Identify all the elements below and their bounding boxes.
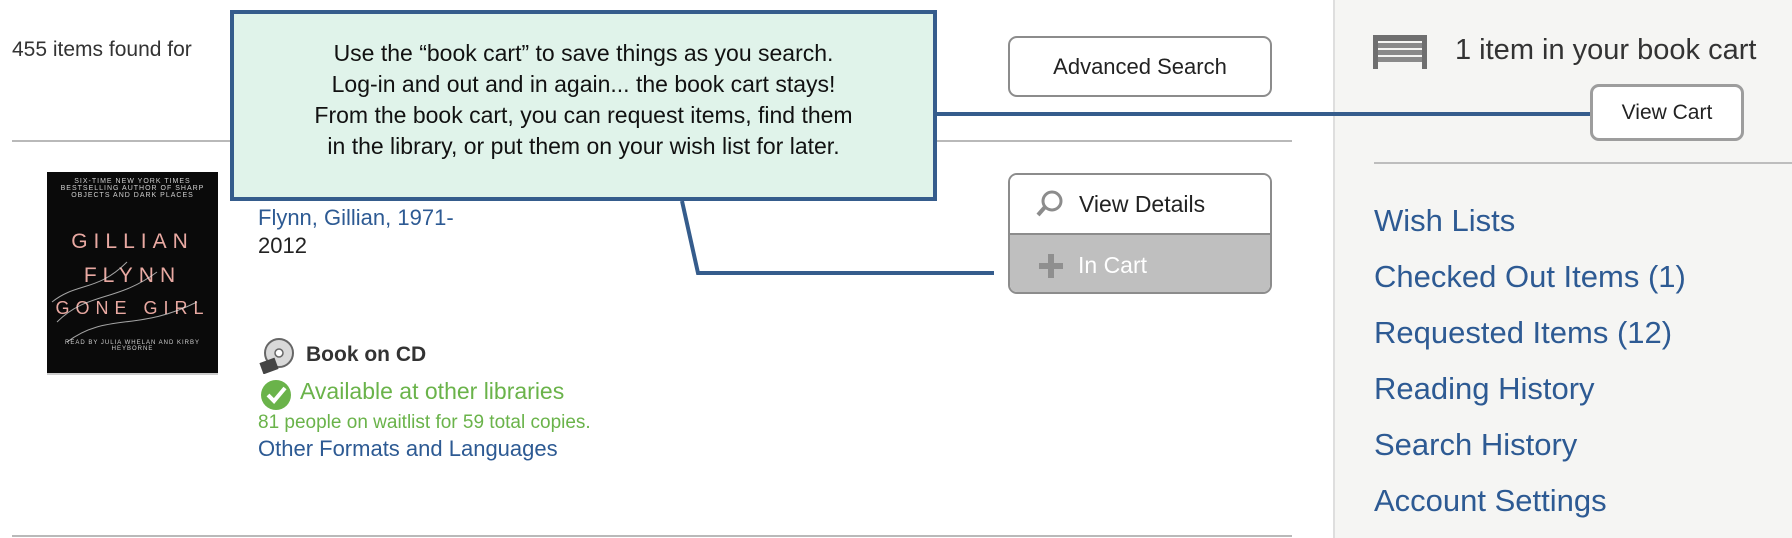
callout-line: in the library, or put them on your wish… — [327, 133, 840, 159]
callout-text: Use the “book cart” to save things as yo… — [234, 38, 933, 162]
book-cart-callout: Use the “book cart” to save things as yo… — [230, 10, 937, 201]
callout-line: Use the “book cart” to save things as yo… — [333, 40, 834, 66]
callout-line: From the book cart, you can request item… — [314, 102, 853, 128]
callout-line: Log-in and out and in again... the book … — [331, 71, 836, 97]
